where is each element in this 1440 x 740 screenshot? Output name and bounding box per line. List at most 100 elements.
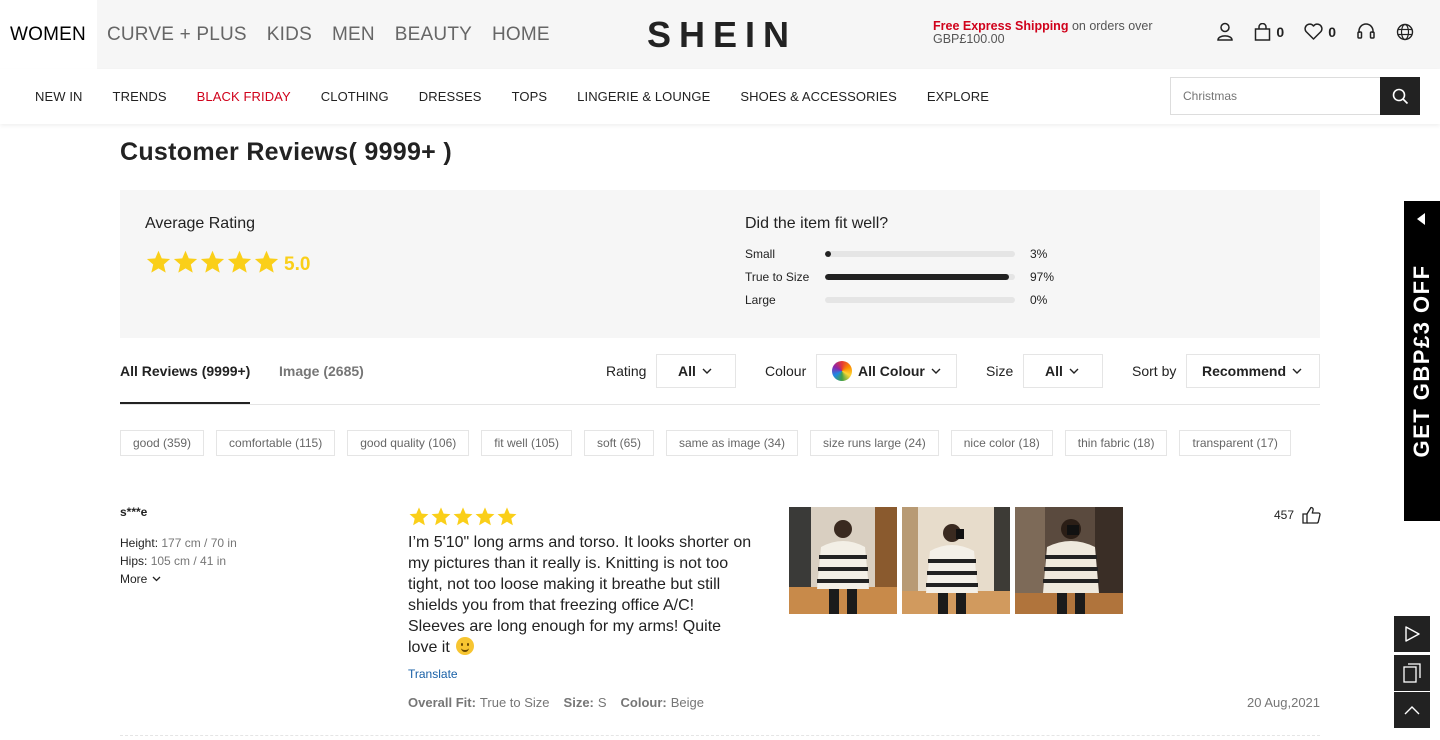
fit-bar-fill (825, 274, 1010, 280)
overall-fit-value: True to Size (479, 695, 550, 710)
review-tag[interactable]: transparent (17) (1179, 430, 1291, 456)
fit-label: Small (745, 247, 776, 261)
back-to-top-button[interactable] (1394, 692, 1430, 728)
nav-item-clothing[interactable]: CLOTHING (321, 89, 389, 104)
review-tag[interactable]: good (359) (120, 430, 205, 456)
more-label: More (120, 572, 148, 586)
top-bar: WOMEN CURVE + PLUS KIDS MEN BEAUTY HOME … (0, 0, 1440, 69)
height-value: 177 cm / 70 in (161, 536, 237, 550)
fit-percent: 0% (1030, 293, 1048, 307)
nav-items: NEW IN TRENDS BLACK FRIDAY CLOTHING DRES… (35, 69, 1019, 124)
fit-label: Large (745, 293, 776, 307)
side-promo-banner[interactable]: GET GBP£3 OFF (1404, 201, 1440, 521)
category-tab-kids[interactable]: KIDS (257, 0, 322, 69)
shipping-promo[interactable]: Free Express Shipping on orders over GBP… (933, 20, 1163, 46)
fit-question: Did the item fit well? (745, 215, 889, 232)
fit-bar (825, 274, 1015, 280)
main-nav: NEW IN TRENDS BLACK FRIDAY CLOTHING DRES… (0, 69, 1440, 124)
search-button[interactable] (1380, 77, 1420, 115)
nav-item-lingerie-lounge[interactable]: LINGERIE & LOUNGE (577, 89, 710, 104)
chevron-up-icon (1404, 705, 1420, 714)
category-tab-beauty[interactable]: BEAUTY (385, 0, 482, 69)
star-icon (453, 507, 473, 526)
review-tag[interactable]: thin fabric (18) (1064, 430, 1168, 456)
tab-image-reviews[interactable]: Image (2685) (279, 363, 364, 379)
region-button[interactable] (1396, 23, 1414, 41)
account-button[interactable] (1216, 22, 1234, 41)
rating-filter-label: Rating (606, 363, 647, 379)
star-icon (475, 507, 495, 526)
fit-bar (825, 297, 1015, 303)
user-icon (1217, 22, 1234, 41)
wishlist-button[interactable]: 0 (1304, 23, 1336, 40)
average-rating-stars: 5.0 (145, 248, 310, 276)
review-photos (789, 507, 1128, 614)
helpful-count: 457 (1274, 508, 1295, 522)
wishlist-count: 0 (1328, 23, 1336, 40)
review-photo[interactable] (902, 507, 1010, 614)
review-photo[interactable] (1015, 507, 1123, 614)
sort-select[interactable]: Recommend (1186, 354, 1320, 388)
rating-filter-select[interactable]: All (656, 354, 736, 388)
shein-logo[interactable]: SHEIN (647, 14, 797, 56)
search-input[interactable] (1170, 77, 1380, 115)
promo-highlight: Free Express Shipping (933, 19, 1069, 33)
rating-summary: Average Rating 5.0 Did the item fit well… (120, 190, 1320, 338)
copy-icon (1403, 663, 1421, 683)
tab-all-reviews[interactable]: All Reviews (9999+) (120, 363, 250, 379)
review-tag[interactable]: soft (65) (583, 430, 654, 456)
category-tab-curve-plus[interactable]: CURVE + PLUS (97, 0, 257, 69)
review-tag[interactable]: size runs large (24) (810, 430, 939, 456)
nav-item-trends[interactable]: TRENDS (113, 89, 167, 104)
colour-filter-select[interactable]: All Colour (816, 354, 957, 388)
rating-filter-value: All (678, 363, 696, 379)
star-icon (200, 250, 225, 273)
more-details-button[interactable]: More (120, 572, 161, 586)
fit-percent: 3% (1030, 247, 1048, 261)
size-filter-select[interactable]: All (1023, 354, 1103, 388)
translate-link[interactable]: Translate (408, 667, 458, 681)
fit-label: True to Size (745, 270, 810, 284)
review-tag[interactable]: fit well (105) (481, 430, 572, 456)
review-tag[interactable]: comfortable (115) (216, 430, 336, 456)
fit-row-true-to-size: True to Size 97% (745, 270, 1054, 284)
star-icon (497, 507, 517, 526)
sort-value: Recommend (1202, 363, 1287, 379)
video-button[interactable] (1394, 616, 1430, 652)
cart-count: 0 (1276, 23, 1285, 40)
helpful-button[interactable]: 457 (1274, 506, 1321, 524)
review-tag[interactable]: good quality (106) (347, 430, 470, 456)
category-tab-home[interactable]: HOME (482, 0, 560, 69)
nav-item-tops[interactable]: TOPS (512, 89, 548, 104)
nav-item-new-in[interactable]: NEW IN (35, 89, 83, 104)
reviewer-height: Height: 177 cm / 70 in (120, 536, 237, 550)
collapse-arrow-icon[interactable] (1417, 213, 1425, 225)
nav-item-explore[interactable]: EXPLORE (927, 89, 989, 104)
search-bar (1170, 77, 1420, 115)
chevron-down-icon (1069, 368, 1079, 374)
chevron-down-icon (1292, 368, 1302, 374)
thumbs-up-icon (1302, 506, 1321, 524)
star-icon (227, 250, 252, 273)
compare-button[interactable] (1394, 655, 1430, 691)
bag-icon (1255, 22, 1271, 41)
cart-button[interactable]: 0 (1254, 22, 1285, 41)
review-photo[interactable] (789, 507, 897, 614)
fit-bar (825, 251, 1015, 257)
height-label: Height: (120, 536, 159, 550)
nav-item-shoes-accessories[interactable]: SHOES & ACCESSORIES (740, 89, 897, 104)
size-filter-label: Size (986, 363, 1014, 379)
review-tag[interactable]: same as image (34) (665, 430, 799, 456)
chevron-down-icon (702, 368, 712, 374)
review-tag[interactable]: nice color (18) (950, 430, 1053, 456)
nav-item-dresses[interactable]: DRESSES (419, 89, 482, 104)
star-icon (173, 250, 198, 273)
category-tab-men[interactable]: MEN (322, 0, 385, 69)
category-tab-women[interactable]: WOMEN (0, 0, 97, 69)
support-button[interactable] (1356, 22, 1376, 41)
fit-percent: 97% (1030, 270, 1055, 284)
fit-bar-fill (825, 251, 831, 257)
review-date: 20 Aug,2021 (1247, 695, 1321, 710)
reviewer-hips: Hips: 105 cm / 41 in (120, 554, 226, 568)
nav-item-black-friday[interactable]: BLACK FRIDAY (197, 89, 291, 104)
